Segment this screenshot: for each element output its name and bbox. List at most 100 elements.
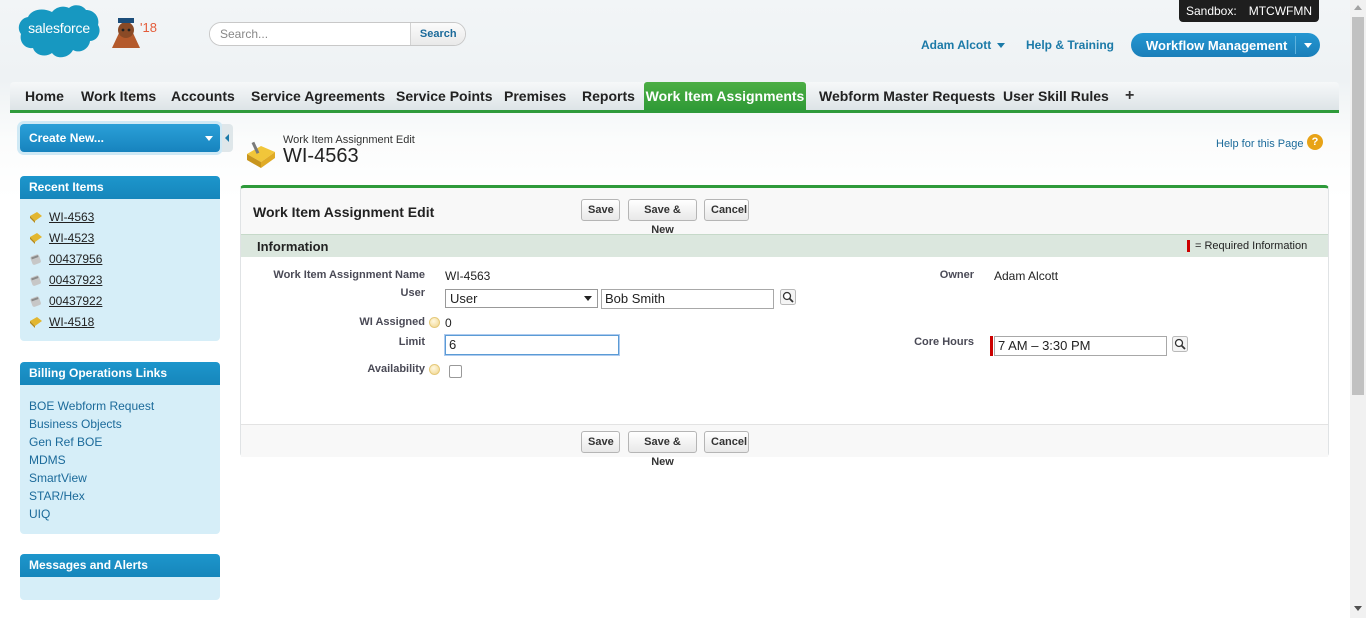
tab-service-points[interactable]: Service Points — [396, 82, 493, 110]
edit-panel: Work Item Assignment Edit Save Save & Ne… — [240, 185, 1329, 468]
vertical-scrollbar[interactable] — [1350, 0, 1366, 618]
tab-webform-master-requests[interactable]: Webform Master Requests — [819, 82, 995, 110]
availability-label: Availability — [367, 363, 425, 375]
recent-item-link[interactable]: 00437923 — [49, 273, 102, 287]
cancel-button[interactable]: Cancel — [704, 431, 749, 453]
name-value: WI-4563 — [445, 269, 491, 283]
work-item-assignment-icon — [247, 141, 275, 168]
chevron-down-icon — [997, 43, 1006, 49]
lookup-icon[interactable] — [1172, 336, 1188, 352]
tab-bar: Home Work Items Accounts Service Agreeme… — [10, 82, 1339, 113]
billing-link[interactable]: Business Objects — [29, 417, 122, 431]
app-switcher-divider — [1295, 36, 1296, 54]
owner-label: Owner — [939, 269, 974, 281]
lookup-icon[interactable] — [780, 289, 796, 305]
salesforce-logo-text: salesforce — [28, 20, 90, 36]
recent-items-panel: WI-4563 WI-4523 00437956 00437923 004379… — [20, 199, 220, 341]
app-switcher-label: Workflow Management — [1146, 37, 1288, 53]
user-type-select[interactable]: User — [445, 289, 598, 308]
billing-link[interactable]: Gen Ref BOE — [29, 435, 102, 449]
work-item-icon — [30, 296, 41, 307]
help-for-page-link[interactable]: Help for this Page — [1216, 138, 1303, 150]
save-button[interactable]: Save — [581, 431, 620, 453]
availability-checkbox[interactable] — [449, 365, 462, 378]
user-menu[interactable]: Adam Alcott — [921, 38, 1006, 52]
name-label: Work Item Assignment Name — [273, 269, 425, 281]
wi-assigned-label: WI Assigned — [359, 316, 425, 328]
info-icon[interactable] — [429, 364, 440, 375]
recent-item-link[interactable]: WI-4518 — [49, 315, 94, 329]
save-button[interactable]: Save — [581, 199, 620, 221]
required-legend: = Required Information — [1195, 240, 1308, 252]
assignment-icon — [30, 317, 42, 328]
help-training-link[interactable]: Help & Training — [1026, 38, 1114, 52]
tab-work-item-assignments[interactable]: Work Item Assignments — [644, 82, 806, 110]
sidebar-collapse-handle[interactable] — [222, 124, 233, 152]
messages-alerts-header: Messages and Alerts — [20, 554, 220, 577]
required-marker — [990, 336, 993, 356]
section-title: Information — [257, 239, 329, 254]
billing-link[interactable]: SmartView — [29, 471, 87, 485]
information-section-header: Information = Required Information — [241, 234, 1328, 257]
user-label: User — [400, 287, 425, 299]
chevron-down-icon — [205, 136, 213, 141]
recent-item-link[interactable]: WI-4563 — [49, 210, 94, 224]
edit-panel-title: Work Item Assignment Edit — [253, 204, 435, 220]
billing-links-panel: BOE Webform Request Business Objects Gen… — [20, 385, 220, 534]
save-and-new-button[interactable]: Save & New — [628, 199, 697, 236]
user-lookup-input[interactable]: Bob Smith — [601, 289, 774, 309]
search-input[interactable] — [210, 23, 411, 45]
tab-user-skill-rules[interactable]: User Skill Rules — [1003, 82, 1109, 110]
recent-item[interactable]: 00437956 — [29, 251, 102, 267]
recent-item[interactable]: WI-4523 — [29, 230, 94, 246]
chevron-down-icon — [584, 296, 592, 301]
assignment-icon — [30, 233, 42, 244]
work-item-icon — [30, 254, 41, 265]
info-icon[interactable] — [429, 317, 440, 328]
scroll-up-icon[interactable] — [1354, 5, 1362, 10]
recent-item[interactable]: 00437923 — [29, 272, 102, 288]
required-marker — [1187, 240, 1190, 252]
scroll-down-icon[interactable] — [1354, 606, 1362, 611]
help-icon[interactable]: ? — [1307, 134, 1323, 150]
tab-premises[interactable]: Premises — [504, 82, 566, 110]
chevron-down-icon — [1304, 43, 1312, 48]
app-switcher-button[interactable]: Workflow Management — [1131, 33, 1320, 57]
core-hours-label: Core Hours — [914, 336, 974, 348]
save-and-new-button[interactable]: Save & New — [628, 431, 697, 468]
recent-items-header: Recent Items — [20, 176, 220, 199]
tab-home[interactable]: Home — [25, 82, 64, 110]
wi-assigned-value: 0 — [445, 316, 452, 330]
sandbox-label: Sandbox: — [1185, 4, 1237, 18]
limit-input[interactable]: 6 — [445, 335, 619, 355]
recent-item[interactable]: 00437922 — [29, 293, 102, 309]
billing-link[interactable]: BOE Webform Request — [29, 399, 154, 413]
add-tab-plus-icon[interactable]: + — [1125, 82, 1134, 110]
sandbox-banner: Sandbox: MTCWFMN — [1179, 0, 1319, 22]
page-title: WI-4563 — [283, 145, 359, 167]
core-hours-lookup-input[interactable]: 7 AM – 3:30 PM — [994, 336, 1167, 356]
search-button[interactable]: Search — [410, 23, 465, 45]
billing-link[interactable]: MDMS — [29, 453, 66, 467]
create-new-button[interactable]: Create New... — [20, 124, 220, 152]
user-type-value: User — [450, 291, 478, 306]
global-search: Search — [209, 22, 466, 46]
information-form: Work Item Assignment Name WI-4563 User U… — [241, 257, 1328, 424]
user-name: Adam Alcott — [921, 38, 992, 52]
tab-reports[interactable]: Reports — [582, 82, 635, 110]
billing-link[interactable]: UIQ — [29, 507, 50, 521]
recent-item[interactable]: WI-4563 — [29, 209, 94, 225]
tab-service-agreements[interactable]: Service Agreements — [251, 82, 385, 110]
billing-link[interactable]: STAR/Hex — [29, 489, 85, 503]
recent-item[interactable]: WI-4518 — [29, 314, 94, 330]
recent-item-link[interactable]: WI-4523 — [49, 231, 94, 245]
recent-item-link[interactable]: 00437922 — [49, 294, 102, 308]
scrollbar-thumb[interactable] — [1352, 17, 1364, 395]
tab-work-items[interactable]: Work Items — [81, 82, 156, 110]
owner-value: Adam Alcott — [994, 269, 1059, 283]
release-badge: '18 — [140, 20, 157, 35]
recent-item-link[interactable]: 00437956 — [49, 252, 102, 266]
tab-accounts[interactable]: Accounts — [171, 82, 235, 110]
cancel-button[interactable]: Cancel — [704, 199, 749, 221]
sandbox-name: MTCWFMN — [1248, 4, 1313, 18]
